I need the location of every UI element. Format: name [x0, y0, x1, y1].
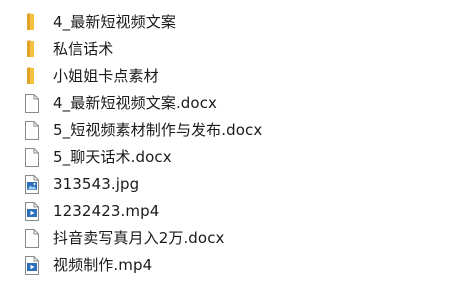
folder-name: 小姐姐卡点素材	[53, 67, 159, 85]
file-name: 4_最新短视频文案.docx	[53, 94, 218, 112]
video-file-icon	[22, 255, 42, 275]
file-name: 抖音卖写真月入2万.docx	[53, 229, 225, 247]
file-list: 4_最新短视频文案 私信话术 小姐姐卡点素材 4_最新短视频文案.docx 5_…	[0, 0, 452, 287]
file-name: 视频制作.mp4	[53, 256, 153, 274]
file-name: 5_聊天话术.docx	[53, 148, 172, 166]
file-name: 313543.jpg	[53, 175, 140, 193]
document-icon	[22, 147, 42, 167]
document-icon	[22, 228, 42, 248]
folder-item[interactable]: 小姐姐卡点素材	[22, 63, 159, 89]
image-file-icon	[22, 174, 42, 194]
folder-icon	[22, 39, 42, 59]
file-item[interactable]: 1232423.mp4	[22, 198, 159, 224]
folder-name: 4_最新短视频文案	[53, 13, 176, 31]
folder-item[interactable]: 私信话术	[22, 36, 113, 62]
folder-item[interactable]: 4_最新短视频文案	[22, 9, 176, 35]
folder-icon	[22, 12, 42, 32]
folder-name: 私信话术	[53, 40, 114, 58]
document-icon	[22, 120, 42, 140]
file-item[interactable]: 4_最新短视频文案.docx	[22, 90, 217, 116]
file-item[interactable]: 视频制作.mp4	[22, 252, 152, 278]
folder-icon	[22, 66, 42, 86]
file-item[interactable]: 5_短视频素材制作与发布.docx	[22, 117, 262, 143]
file-name: 1232423.mp4	[53, 202, 160, 220]
file-item[interactable]: 5_聊天话术.docx	[22, 144, 172, 170]
document-icon	[22, 93, 42, 113]
video-file-icon	[22, 201, 42, 221]
file-name: 5_短视频素材制作与发布.docx	[53, 121, 263, 139]
file-item[interactable]: 313543.jpg	[22, 171, 139, 197]
file-item[interactable]: 抖音卖写真月入2万.docx	[22, 225, 225, 251]
